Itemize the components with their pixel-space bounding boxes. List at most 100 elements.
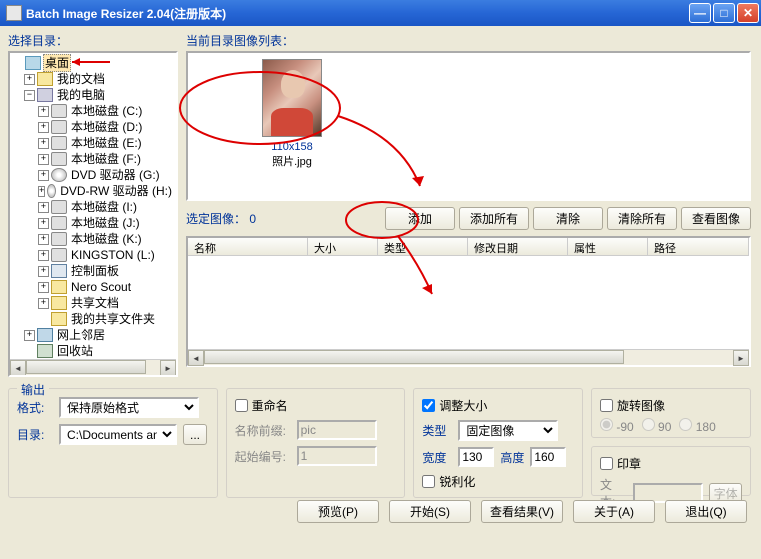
height-input[interactable] <box>530 447 566 467</box>
stamp-group: 印章 文本: 字体 <box>591 446 751 496</box>
col-attr[interactable]: 属性 <box>568 238 648 255</box>
expander-icon[interactable]: + <box>24 74 35 85</box>
thumbnail-item[interactable]: 110x158 照片.jpg <box>242 59 342 169</box>
scroll-thumb[interactable] <box>26 360 146 374</box>
expander-icon[interactable]: + <box>38 250 49 261</box>
expander-icon[interactable]: + <box>38 186 45 197</box>
tree-item-netplaces[interactable]: +网上邻居 <box>12 327 174 343</box>
expander-icon[interactable]: + <box>38 138 49 149</box>
scroll-left-icon[interactable]: ◄ <box>188 350 204 366</box>
expander-icon[interactable]: + <box>38 298 49 309</box>
list-header: 名称 大小 类型 修改日期 属性 路径 <box>188 238 749 256</box>
add-all-button[interactable]: 添加所有 <box>459 207 529 230</box>
dir-select[interactable]: C:\Documents and S <box>59 424 177 445</box>
tree-item-kingston[interactable]: +KINGSTON (L:) <box>12 247 174 263</box>
tree-item-mycomputer[interactable]: −我的电脑 <box>12 87 174 103</box>
width-input[interactable] <box>458 447 494 467</box>
rot-neg90-radio <box>600 418 613 431</box>
output-group-title: 输出 <box>17 381 49 398</box>
expander-icon[interactable]: + <box>38 122 49 133</box>
stamp-checkbox[interactable] <box>600 457 613 470</box>
tree-item-mydocs[interactable]: +我的文档 <box>12 71 174 87</box>
tree-item-drive[interactable]: +本地磁盘 (J:) <box>12 215 174 231</box>
computer-icon <box>37 88 53 102</box>
expander-icon[interactable]: − <box>24 90 35 101</box>
sharpen-label: 锐利化 <box>439 473 475 490</box>
directory-tree[interactable]: 桌面 +我的文档 −我的电脑 +本地磁盘 (C:) +本地磁盘 (D:) +本地… <box>8 51 178 377</box>
expander-icon[interactable]: + <box>38 218 49 229</box>
scroll-thumb[interactable] <box>204 350 624 364</box>
drive-icon <box>51 216 67 230</box>
scroll-right-icon[interactable]: ► <box>160 360 176 376</box>
cd-icon <box>47 184 56 198</box>
exit-button[interactable]: 退出(Q) <box>665 500 747 523</box>
maximize-button[interactable]: □ <box>713 3 735 23</box>
resize-checkbox[interactable] <box>422 399 435 412</box>
prefix-input <box>297 420 377 440</box>
rename-checkbox[interactable] <box>235 399 248 412</box>
col-path[interactable]: 路径 <box>648 238 749 255</box>
expander-icon[interactable]: + <box>38 154 49 165</box>
add-button[interactable]: 添加 <box>385 207 455 230</box>
app-icon <box>6 5 22 21</box>
expander-icon[interactable]: + <box>24 330 35 341</box>
view-image-button[interactable]: 查看图像 <box>681 207 751 230</box>
dir-label: 目录: <box>17 426 53 443</box>
clear-button[interactable]: 清除 <box>533 207 603 230</box>
tree-item-drive[interactable]: +本地磁盘 (C:) <box>12 103 174 119</box>
drive-icon <box>51 136 67 150</box>
tree-item-shared[interactable]: +共享文档 <box>12 295 174 311</box>
resize-label: 调整大小 <box>439 397 487 414</box>
results-button[interactable]: 查看结果(V) <box>481 500 563 523</box>
expander-icon[interactable]: + <box>38 266 49 277</box>
col-type[interactable]: 类型 <box>378 238 468 255</box>
tree-item-dvdrw[interactable]: +DVD-RW 驱动器 (H:) <box>12 183 174 199</box>
tree-item-drive[interactable]: +本地磁盘 (I:) <box>12 199 174 215</box>
tree-item-cp[interactable]: +控制面板 <box>12 263 174 279</box>
start-button[interactable]: 开始(S) <box>389 500 471 523</box>
tree-item-drive[interactable]: +本地磁盘 (K:) <box>12 231 174 247</box>
expander-icon[interactable]: + <box>38 202 49 213</box>
tree-item-drive[interactable]: +本地磁盘 (F:) <box>12 151 174 167</box>
scroll-right-icon[interactable]: ► <box>733 350 749 366</box>
folder-icon <box>51 312 67 326</box>
close-button[interactable]: ✕ <box>737 3 759 23</box>
select-dir-label: 选择目录： <box>8 32 178 49</box>
about-button[interactable]: 关于(A) <box>573 500 655 523</box>
tree-item-myshared[interactable]: 我的共享文件夹 <box>12 311 174 327</box>
sharpen-checkbox[interactable] <box>422 475 435 488</box>
network-icon <box>37 328 53 342</box>
tree-item-nero[interactable]: +Nero Scout <box>12 279 174 295</box>
expander-icon[interactable]: + <box>38 170 49 181</box>
rotate-checkbox[interactable] <box>600 399 613 412</box>
expander-icon[interactable]: + <box>38 282 49 293</box>
control-panel-icon <box>51 264 67 278</box>
tree-item-dvd[interactable]: +DVD 驱动器 (G:) <box>12 167 174 183</box>
cd-icon <box>51 168 67 182</box>
tree-item-recycle[interactable]: 回收站 <box>12 343 174 359</box>
current-list-label: 当前目录图像列表： <box>186 32 751 49</box>
width-label: 宽度 <box>422 449 452 466</box>
resize-type-select[interactable]: 固定图像 <box>458 420 558 441</box>
prefix-label: 名称前缀: <box>235 422 291 439</box>
scroll-left-icon[interactable]: ◄ <box>10 360 26 376</box>
thumbnail-area[interactable]: 110x158 照片.jpg <box>186 51 751 201</box>
expander-icon[interactable]: + <box>38 234 49 245</box>
browse-button[interactable]: ... <box>183 424 207 445</box>
list-hscrollbar[interactable]: ◄ ► <box>188 349 749 365</box>
tree-item-drive[interactable]: +本地磁盘 (D:) <box>12 119 174 135</box>
col-mod[interactable]: 修改日期 <box>468 238 568 255</box>
col-name[interactable]: 名称 <box>188 238 308 255</box>
clear-all-button[interactable]: 清除所有 <box>607 207 677 230</box>
tree-item-drive[interactable]: +本地磁盘 (E:) <box>12 135 174 151</box>
rename-group: 重命名 名称前缀: 起始编号: <box>226 388 406 498</box>
tree-item-desktop[interactable]: 桌面 <box>12 55 174 71</box>
preview-button[interactable]: 预览(P) <box>297 500 379 523</box>
expander-icon[interactable]: + <box>38 106 49 117</box>
minimize-button[interactable]: — <box>689 3 711 23</box>
format-select[interactable]: 保持原始格式 <box>59 397 199 418</box>
col-size[interactable]: 大小 <box>308 238 378 255</box>
selected-list[interactable]: 名称 大小 类型 修改日期 属性 路径 ◄ ► <box>186 236 751 367</box>
format-label: 格式: <box>17 399 53 416</box>
tree-hscrollbar[interactable]: ◄ ► <box>10 359 176 375</box>
